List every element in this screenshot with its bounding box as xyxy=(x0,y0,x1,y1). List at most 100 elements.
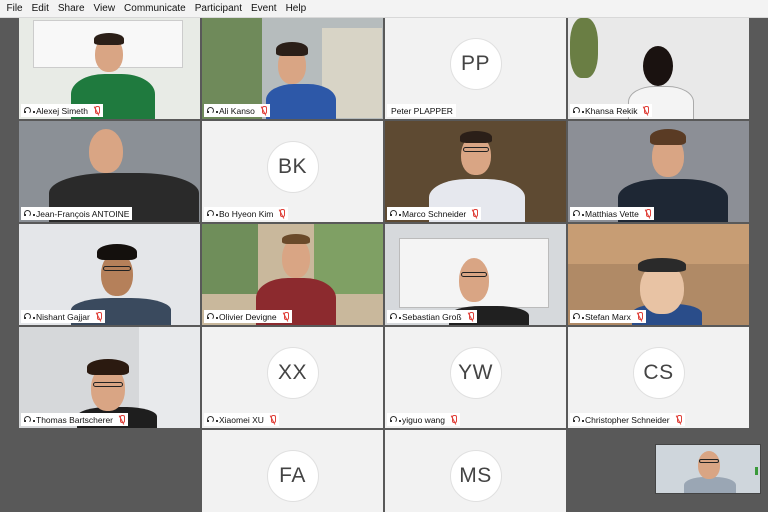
participant-figure xyxy=(266,84,336,119)
muted-mic-icon xyxy=(270,414,276,425)
avatar-tile-xiaomei-xu[interactable]: XX Xiaomei XU xyxy=(202,327,383,428)
participant-nameplate: Bo Hyeon Kim xyxy=(204,207,289,220)
muted-mic-icon xyxy=(261,105,267,116)
menu-view[interactable]: View xyxy=(89,0,120,18)
video-tile-sebastian-gross[interactable]: Sebastian Groß xyxy=(385,224,566,325)
self-view-drag-handle[interactable] xyxy=(755,467,758,475)
video-tile-thomas-bartscherer[interactable]: Thomas Bartscherer xyxy=(19,327,200,428)
participant-nameplate: Jean-François ANTOINE xyxy=(21,207,133,220)
participant-nameplate: Xiaomei XU xyxy=(204,413,279,426)
avatar-tile-ms[interactable]: MS xyxy=(385,430,566,512)
avatar-tile-fa[interactable]: FA xyxy=(202,430,383,512)
participant-glasses xyxy=(461,272,487,277)
muted-mic-icon xyxy=(676,414,682,425)
participant-hair xyxy=(87,359,129,375)
participant-name: Matthias Vette xyxy=(585,208,639,219)
headset-icon xyxy=(572,415,584,424)
video-tile-olivier-devigne[interactable]: Olivier Devigne xyxy=(202,224,383,325)
muted-mic-icon xyxy=(468,311,474,322)
video-tile-jean-francois-antoine[interactable]: Jean-François ANTOINE xyxy=(19,121,200,222)
headset-icon xyxy=(23,312,35,321)
participant-nameplate: yiguo wang xyxy=(387,413,461,426)
muted-mic-icon xyxy=(94,105,100,116)
participant-hair xyxy=(643,46,673,86)
participant-nameplate: Ali Kanso xyxy=(204,104,270,117)
headset-icon xyxy=(389,415,401,424)
participant-name: Bo Hyeon Kim xyxy=(219,208,274,219)
video-tile-stefan-marx[interactable]: Stefan Marx xyxy=(568,224,749,325)
headset-icon xyxy=(572,106,584,115)
avatar-initials: XX xyxy=(266,347,319,399)
participant-glasses xyxy=(699,459,719,463)
participant-hair xyxy=(276,42,308,56)
menu-participant[interactable]: Participant xyxy=(190,0,246,18)
muted-mic-icon xyxy=(451,414,458,425)
video-tile-ali-kanso[interactable]: Ali Kanso xyxy=(202,18,383,119)
participant-nameplate: Marco Schneider xyxy=(387,207,482,220)
participant-name: Ali Kanso xyxy=(219,105,255,116)
participant-nameplate: Matthias Vette xyxy=(570,207,654,220)
video-tile-khansa-rekik[interactable]: Khansa Rekik xyxy=(568,18,749,119)
participant-nameplate: Alexej Simeth xyxy=(21,104,103,117)
headset-icon xyxy=(23,106,35,115)
participant-glasses xyxy=(463,147,489,152)
participant-nameplate: Khansa Rekik xyxy=(570,104,653,117)
headset-icon xyxy=(389,209,401,218)
avatar-initials: YW xyxy=(449,347,502,399)
participant-hair xyxy=(650,129,686,145)
headset-icon xyxy=(572,312,584,321)
avatar-initials: PP xyxy=(449,38,502,90)
headset-icon xyxy=(206,106,218,115)
video-grid: Alexej Simeth Ali Kanso PP Peter PLAPPER… xyxy=(0,18,768,512)
headset-icon xyxy=(389,312,401,321)
avatar-initials: FA xyxy=(266,450,319,502)
avatar-initials: MS xyxy=(449,450,502,502)
participant-hair xyxy=(282,234,310,244)
menu-edit[interactable]: Edit xyxy=(27,0,53,18)
participant-nameplate: Nishant Gajjar xyxy=(21,310,105,323)
avatar-tile-christopher-schneider[interactable]: CS Christopher Schneider xyxy=(568,327,749,428)
participant-nameplate: Sebastian Groß xyxy=(387,310,477,323)
participant-hair xyxy=(97,244,137,260)
participant-face xyxy=(698,451,720,479)
participant-glasses xyxy=(103,266,131,271)
video-tile-alexej-simeth[interactable]: Alexej Simeth xyxy=(19,18,200,119)
headset-icon xyxy=(206,209,218,218)
menu-event[interactable]: Event xyxy=(247,0,282,18)
self-view-video[interactable] xyxy=(655,444,761,494)
participant-nameplate: Thomas Bartscherer xyxy=(21,413,128,426)
muted-mic-icon xyxy=(96,311,102,322)
menu-share[interactable]: Share xyxy=(53,0,89,18)
muted-mic-icon xyxy=(119,414,125,425)
participant-nameplate: Olivier Devigne xyxy=(204,310,292,323)
video-tile-nishant-gajjar[interactable]: Nishant Gajjar xyxy=(19,224,200,325)
menu-communicate[interactable]: Communicate xyxy=(120,0,191,18)
headset-icon xyxy=(23,415,35,424)
headset-icon xyxy=(206,312,218,321)
avatar-initials: CS xyxy=(632,347,685,399)
video-tile-marco-schneider[interactable]: Marco Schneider xyxy=(385,121,566,222)
participant-name: Alexej Simeth xyxy=(36,105,88,116)
menu-bar: File Edit Share View Communicate Partici… xyxy=(0,0,768,18)
participant-hair xyxy=(94,33,124,45)
participant-name: Stefan Marx xyxy=(585,311,631,322)
participant-nameplate: Stefan Marx xyxy=(570,310,646,323)
participant-figure xyxy=(684,477,736,493)
participant-name: Marco Schneider xyxy=(402,208,467,219)
menu-help[interactable]: Help xyxy=(281,0,311,18)
muted-mic-icon xyxy=(637,311,643,322)
plant xyxy=(570,18,598,78)
avatar-tile-yiguo-wang[interactable]: YW yiguo wang xyxy=(385,327,566,428)
participant-name: Thomas Bartscherer xyxy=(36,414,113,425)
muted-mic-icon xyxy=(643,105,650,116)
participant-hair xyxy=(460,131,492,143)
menu-file[interactable]: File xyxy=(2,0,27,18)
participant-nameplate: Christopher Schneider xyxy=(570,413,685,426)
avatar-tile-bo-hyeon-kim[interactable]: BK Bo Hyeon Kim xyxy=(202,121,383,222)
participant-name: Peter PLAPPER xyxy=(391,105,453,116)
muted-mic-icon xyxy=(283,311,289,322)
avatar-tile-peter-plapper[interactable]: PP Peter PLAPPER xyxy=(385,18,566,119)
participant-face xyxy=(282,238,310,278)
video-tile-matthias-vette[interactable]: Matthias Vette xyxy=(568,121,749,222)
muted-mic-icon xyxy=(472,208,479,219)
